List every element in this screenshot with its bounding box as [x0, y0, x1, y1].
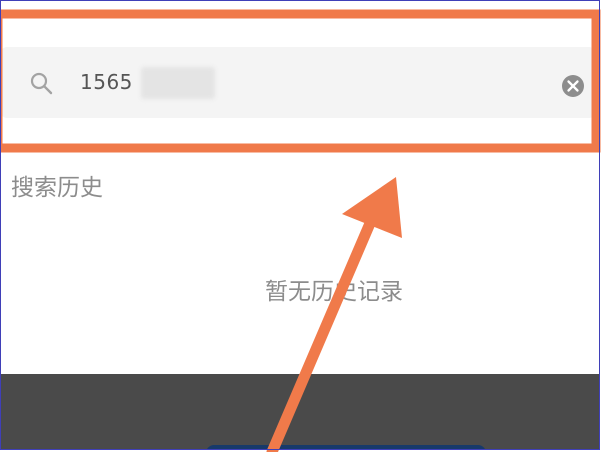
search-history-title: 搜索历史	[11, 175, 103, 201]
search-screen: 1565 搜索历史 暂无历史记录	[1, 1, 600, 450]
search-icon	[30, 72, 53, 95]
clear-icon[interactable]	[561, 74, 585, 98]
redacted-region	[141, 67, 215, 99]
search-input-value[interactable]: 1565	[80, 69, 133, 95]
search-bar[interactable]: 1565	[1, 47, 595, 118]
bottom-panel	[1, 374, 600, 450]
empty-history-message: 暂无历史记录	[265, 279, 403, 305]
bottom-button[interactable]	[206, 445, 486, 450]
